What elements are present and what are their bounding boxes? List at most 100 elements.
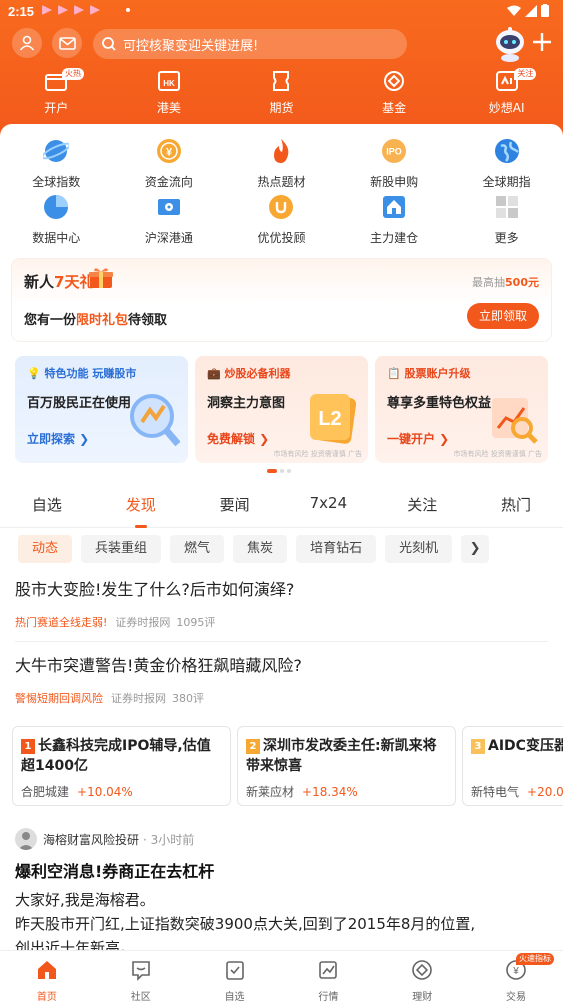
follow-badge: 关注 (514, 68, 537, 80)
avatar (15, 828, 37, 850)
grid-item-hot-topics[interactable]: 热点题材 (225, 138, 338, 194)
news-title: 股市大变脸!发生了什么?后市如何演绎? (15, 580, 295, 599)
divider (15, 641, 548, 642)
grid-item-global-index[interactable]: 全球指数 (0, 138, 113, 194)
grid-item-label: 优优投顾 (257, 231, 306, 245)
tab-following[interactable]: 关注 (375, 494, 469, 527)
profile-button[interactable] (12, 28, 42, 58)
house-icon (383, 196, 406, 218)
hot-card[interactable]: 1 长鑫科技完成IPO辅导,估值超1400亿 合肥城建 +10.04% (12, 726, 231, 806)
hk-market-icon: HK (157, 71, 180, 91)
search-placeholder: 可控核聚变迎关键进展! (123, 38, 259, 54)
top-nav-ai[interactable]: 关注 妙想AI (450, 68, 563, 122)
chips-more-chevron-icon[interactable]: ❯ (461, 535, 490, 563)
chip-topic[interactable]: 兵装重组 (81, 535, 162, 563)
hk-flower-icon (157, 199, 180, 215)
unlock-link[interactable]: 免费解锁 ❯ (207, 430, 269, 447)
signal-icon (525, 4, 537, 17)
feature-card-upgrade[interactable]: 📋 股票账户升级 尊享多重特色权益 一键开户 ❯ 市场有风险 投资需谨慎 广告 (375, 356, 548, 463)
bottom-nav-market[interactable]: 行情 (281, 951, 375, 1003)
post-author[interactable]: 海榕财富风险投研 · 3小时前 (15, 828, 194, 850)
grid-item-more[interactable]: 更多 (450, 194, 563, 250)
status-bar: 2:15 (0, 0, 563, 24)
wealth-icon (412, 960, 433, 980)
bottom-nav-home[interactable]: 首页 (0, 951, 94, 1003)
mail-icon (58, 36, 76, 50)
grid-item-fund-flow[interactable]: ¥ 资金流向 (113, 138, 226, 194)
grid-item-label: 更多 (494, 231, 519, 245)
grid-item-label: 全球期指 (482, 175, 531, 189)
more-grid-icon (495, 196, 518, 218)
news-item[interactable]: 股市大变脸!发生了什么?后市如何演绎? 热门赛道全线走弱! 证券时报网 1095评 (15, 576, 547, 630)
grid-item-label: 全球指数 (32, 175, 81, 189)
l2-glyph: L2 (318, 408, 341, 430)
tab-trending[interactable]: 热门 (469, 494, 563, 527)
post-headline: 爆利空消息!券商正在去杠杆 (15, 862, 215, 881)
trade-hot-tag: 火速指标 (516, 953, 555, 965)
hot-card[interactable]: 2 深圳市发改委主任:新凯来将带来惊喜 新莱应材 +18.34% (237, 726, 456, 806)
grid-item-label: 热点题材 (257, 175, 306, 189)
bottom-nav: 首页 社区 自选 行情 理财 ¥ 火速指标 交易 (0, 950, 563, 1003)
ipo-glyph: IPO (386, 147, 402, 157)
post-content[interactable]: 爆利空消息!券商正在去杠杆 大家好,我是海榕君。 昨天股市开门红,上证指数突破3… (15, 858, 555, 960)
news-item[interactable]: 大牛市突遭警告!黄金价格狂飙暗藏风险? 警惕短期回调风险 证券时报网 380评 (15, 652, 547, 706)
post-line: 大家好,我是海榕君。 (15, 891, 155, 909)
claim-button[interactable]: 立即领取 (467, 303, 539, 329)
search-bar[interactable]: 可控核聚变迎关键进展! (93, 29, 407, 59)
news-title: 大牛市突遭警告!黄金价格狂飙暗藏风险? (15, 656, 302, 675)
card-header: 📋 股票账户升级 (387, 367, 471, 380)
top-nav: 火热 开户 HK 港美 期货 基金 关注 妙想AI (0, 68, 563, 122)
grid-item-label: 数据中心 (32, 231, 81, 245)
hk-icon-text: HK (163, 79, 175, 88)
content-tabs: 自选 发现 要闻 7x24 关注 热门 (0, 494, 563, 528)
notification-icons (42, 5, 100, 15)
grid-item-label: 新股申购 (370, 175, 419, 189)
ai-robot-icon[interactable] (492, 24, 528, 62)
feature-card-l2[interactable]: 💼 炒股必备利器 洞察主力意图 免费解锁 ❯ L2 市场有风险 投资需谨慎 广告 (195, 356, 368, 463)
chip-topic[interactable]: 培育钻石 (296, 535, 377, 563)
tab-watchlist[interactable]: 自选 (0, 494, 94, 527)
gift-title: 新人7天礼 (24, 273, 95, 291)
card-body: 百万股民正在使用 (27, 396, 132, 411)
bottom-nav-wealth[interactable]: 理财 (375, 951, 469, 1003)
chip-feed[interactable]: 动态 (18, 535, 73, 563)
explore-link[interactable]: 立即探索 ❯ (27, 430, 89, 447)
grid-item-main-force[interactable]: 主力建仓 (338, 194, 451, 250)
tab-7x24[interactable]: 7x24 (281, 494, 375, 527)
bottom-nav-community[interactable]: 社区 (94, 951, 188, 1003)
message-button[interactable] (52, 28, 82, 58)
hot-card-stock: 合肥城建 +10.04% (21, 785, 133, 799)
tab-discover[interactable]: 发现 (94, 494, 188, 528)
top-nav-label: 港美 (156, 101, 181, 115)
grid-item-label: 资金流向 (144, 175, 193, 189)
plus-icon[interactable] (530, 30, 554, 54)
open-account-link[interactable]: 一键开户 ❯ (387, 430, 449, 447)
bottom-nav-trade[interactable]: ¥ 火速指标 交易 (469, 951, 563, 1003)
chip-topic[interactable]: 焦炭 (233, 535, 288, 563)
top-nav-funds[interactable]: 基金 (338, 70, 451, 122)
top-nav-hk-us[interactable]: HK 港美 (113, 70, 226, 122)
hot-card-title: 3AIDC变压器业有哪些? (471, 736, 563, 756)
grid-item-data-center[interactable]: 数据中心 (0, 194, 113, 250)
newbie-gift-banner[interactable]: 新人7天礼 最高抽500元 您有一份限时礼包待领取 立即领取 (12, 259, 551, 341)
grid-item-advisor[interactable]: 优优投顾 (225, 194, 338, 250)
top-nav-open-account[interactable]: 火热 开户 (0, 68, 113, 122)
top-bar: 可控核聚变迎关键进展! (0, 27, 563, 62)
pie-chart-icon (44, 195, 69, 219)
grid-item-stock-connect[interactable]: 沪深港通 (113, 194, 226, 250)
topic-chips: 动态 兵装重组 燃气 焦炭 培育钻石 光刻机 ❯ (18, 535, 563, 563)
magnifier-illustration-icon (130, 394, 180, 446)
bottom-nav-watchlist[interactable]: 自选 (188, 951, 282, 1003)
feature-card-explore[interactable]: 💡 特色功能 玩赚股市 百万股民正在使用 立即探索 ❯ (15, 356, 188, 463)
gift-icon (89, 268, 113, 288)
top-nav-futures[interactable]: 期货 (225, 70, 338, 122)
grid-item-ipo[interactable]: IPO 新股申购 (338, 138, 451, 194)
news-meta: 热门赛道全线走弱! 证券时报网 1095评 (15, 616, 216, 629)
grid-item-global-futures[interactable]: 全球期指 (450, 138, 563, 194)
ipo-icon: IPO (382, 139, 407, 163)
tab-headlines[interactable]: 要闻 (188, 494, 282, 527)
post-line: 昨天股市开门红,上证指数突破3900点大关,回到了2015年8月的位置, (15, 915, 476, 933)
chip-topic[interactable]: 燃气 (170, 535, 225, 563)
chip-topic[interactable]: 光刻机 (385, 535, 453, 563)
hot-card[interactable]: 3AIDC变压器业有哪些? 新特电气+20.03 (462, 726, 563, 806)
